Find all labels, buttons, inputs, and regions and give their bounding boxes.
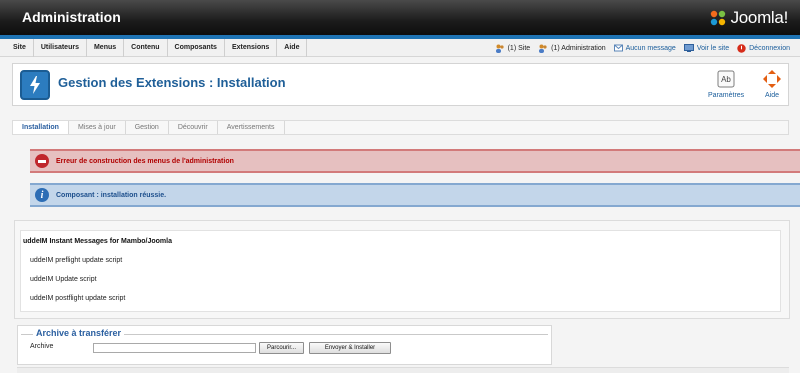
sub-navigation: Installation Mises à jour Gestion Découv… (12, 120, 789, 135)
view-site-link[interactable]: Voir le site (683, 44, 730, 52)
install-output-title: uddeIM Instant Messages for Mambo/Joomla (23, 238, 172, 245)
mail-icon (613, 44, 623, 52)
menu-item-extensions[interactable]: Extensions (225, 39, 278, 57)
logout-icon (737, 43, 746, 53)
lightning-icon (20, 70, 50, 100)
menu-item-users[interactable]: Utilisateurs (34, 39, 87, 57)
messages-link[interactable]: Aucun message (613, 44, 676, 52)
logo-text: Joomla! (730, 8, 789, 27)
users-icon (495, 44, 505, 53)
monitor-icon (683, 44, 694, 52)
logout-link[interactable]: Déconnexion (737, 43, 790, 53)
error-text: Erreur de construction des menus de l'ad… (56, 157, 234, 165)
svg-text:Ab: Ab (721, 75, 731, 84)
status-site: (1) Site (495, 44, 531, 53)
menu-item-content[interactable]: Contenu (124, 39, 168, 57)
menu-item-help[interactable]: Aide (277, 39, 308, 57)
browse-button[interactable]: Parcourir... (259, 342, 304, 354)
error-message: Erreur de construction des menus de l'ad… (30, 149, 800, 173)
archive-file-field[interactable] (93, 343, 256, 353)
tab-installation[interactable]: Installation (13, 121, 69, 134)
main-menu: Site Utilisateurs Menus Contenu Composan… (6, 39, 308, 57)
menu-item-site[interactable]: Site (6, 39, 34, 57)
menu-item-components[interactable]: Composants (168, 39, 225, 57)
upload-archive-fieldset: Archive à transférer Archive Parcourir..… (17, 325, 552, 365)
page-title: Gestion des Extensions : Installation (58, 75, 286, 90)
upload-legend: Archive à transférer (33, 328, 125, 338)
page-header: Gestion des Extensions : Installation Ab… (12, 63, 789, 106)
upload-install-button[interactable]: Envoyer & Installer (309, 342, 391, 354)
info-text: Composant : installation réussie. (56, 191, 167, 199)
app-title: Administration (22, 9, 121, 25)
status-area: (1) Site (1) Administration Aucun messag… (487, 39, 790, 57)
tab-updates[interactable]: Mises à jour (69, 121, 126, 134)
messages-label: Aucun message (625, 44, 676, 52)
archive-label: Archive (30, 343, 54, 350)
users-icon (538, 44, 548, 53)
next-section-edge (17, 367, 789, 373)
joomla-logo-icon (710, 10, 725, 26)
help-button[interactable]: Aide (762, 69, 782, 99)
install-output-line: uddeIM preflight update script (30, 257, 123, 264)
lifebuoy-icon (762, 69, 782, 89)
joomla-logo[interactable]: Joomla! (708, 6, 788, 30)
status-admin-label: (1) Administration (551, 44, 606, 52)
params-button[interactable]: Ab Paramètres (708, 69, 744, 99)
install-output-line: uddeIM Update script (30, 276, 97, 283)
menu-bar: Site Utilisateurs Menus Contenu Composan… (0, 39, 800, 57)
top-bar: Administration Joomla! (0, 0, 800, 35)
info-icon: i (35, 188, 49, 202)
tab-discover[interactable]: Découvrir (169, 121, 218, 134)
settings-icon: Ab (716, 69, 736, 89)
info-message: i Composant : installation réussie. (30, 183, 800, 207)
error-icon (35, 154, 49, 168)
logout-label: Déconnexion (749, 44, 790, 52)
install-output-box: uddeIM Instant Messages for Mambo/Joomla… (20, 230, 781, 312)
status-admin: (1) Administration (538, 44, 606, 53)
install-output-line: uddeIM postflight update script (30, 295, 126, 302)
view-site-label: Voir le site (696, 44, 730, 52)
menu-item-menus[interactable]: Menus (87, 39, 125, 57)
tab-warnings[interactable]: Avertissements (218, 121, 285, 134)
status-site-label: (1) Site (507, 44, 531, 52)
install-output-panel: uddeIM Instant Messages for Mambo/Joomla… (14, 220, 790, 319)
tab-manage[interactable]: Gestion (126, 121, 169, 134)
params-label: Paramètres (708, 92, 745, 99)
help-label: Aide (764, 92, 779, 99)
